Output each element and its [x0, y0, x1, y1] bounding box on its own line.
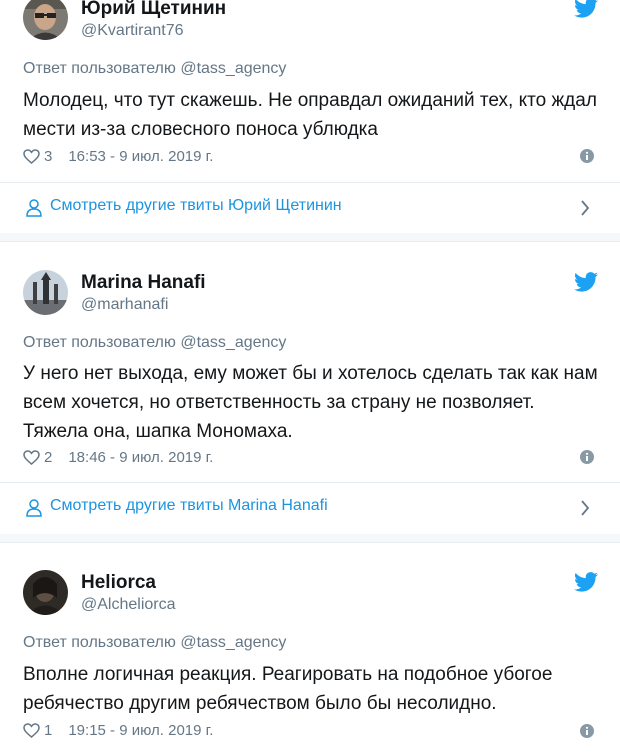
like-count: 3: [44, 147, 53, 165]
twitter-bird-icon[interactable]: [574, 0, 598, 18]
view-more-tweets-link[interactable]: Смотреть другие твиты Marina Hanafi: [0, 483, 620, 533]
tweet-card: Heliorca @Alcheliorca Ответ пользователю…: [0, 543, 620, 755]
timestamp[interactable]: 16:53 - 9 июл. 2019 г.: [68, 148, 213, 165]
view-more-tweets-link[interactable]: Смотреть другие твиты Юрий Щетинин: [0, 183, 620, 233]
tweet-card: Marina Hanafi @marhanafi Ответ пользоват…: [0, 242, 620, 534]
tweet-text: У него нет выхода, ему может бы и хотело…: [23, 363, 598, 442]
author-name[interactable]: Marina Hanafi: [81, 272, 206, 294]
avatar[interactable]: [23, 0, 68, 40]
tweet-text: Вполне логичная реакция. Реагировать на …: [23, 664, 553, 714]
timestamp[interactable]: 19:15 - 9 июл. 2019 г.: [68, 722, 213, 739]
info-icon[interactable]: [580, 450, 594, 464]
view-more-label: Смотреть другие твиты Юрий Щетинин: [50, 197, 342, 214]
heart-icon[interactable]: [23, 148, 40, 164]
avatar[interactable]: [23, 270, 68, 315]
person-icon: [26, 499, 42, 517]
author-name[interactable]: Heliorca: [81, 572, 156, 594]
like-count: 2: [44, 448, 53, 466]
info-icon[interactable]: [580, 724, 594, 738]
tweet-meta: 1 19:15 - 9 июл. 2019 г.: [23, 720, 213, 740]
timestamp[interactable]: 18:46 - 9 июл. 2019 г.: [68, 449, 213, 466]
tweet-card: Юрий Щетинин @Kvartirant76 Ответ пользов…: [0, 0, 620, 233]
author-name[interactable]: Юрий Щетинин: [81, 0, 226, 20]
author-handle[interactable]: @marhanafi: [81, 296, 168, 314]
author-handle[interactable]: @Kvartirant76: [81, 22, 184, 40]
view-more-label: Смотреть другие твиты Marina Hanafi: [50, 497, 328, 514]
tweet-text: Молодец, что тут скажешь. Не оправдал ож…: [23, 90, 597, 140]
tweet-separator: [0, 233, 620, 241]
reply-to-label: Ответ пользователю @tass_agency: [23, 634, 287, 651]
chevron-right-icon: [581, 500, 590, 516]
heart-icon[interactable]: [23, 449, 40, 465]
chevron-right-icon: [581, 200, 590, 216]
reply-to-label: Ответ пользователю @tass_agency: [23, 334, 287, 351]
author-handle[interactable]: @Alcheliorca: [81, 596, 176, 614]
info-icon[interactable]: [580, 149, 594, 163]
tweet-separator: [0, 534, 620, 542]
twitter-bird-icon[interactable]: [574, 572, 598, 592]
twitter-bird-icon[interactable]: [574, 272, 598, 292]
like-count: 1: [44, 721, 53, 739]
tweet-meta: 2 18:46 - 9 июл. 2019 г.: [23, 447, 213, 467]
avatar[interactable]: [23, 570, 68, 615]
person-icon: [26, 199, 42, 217]
tweet-meta: 3 16:53 - 9 июл. 2019 г.: [23, 146, 213, 166]
heart-icon[interactable]: [23, 722, 40, 738]
reply-to-label: Ответ пользователю @tass_agency: [23, 60, 287, 77]
